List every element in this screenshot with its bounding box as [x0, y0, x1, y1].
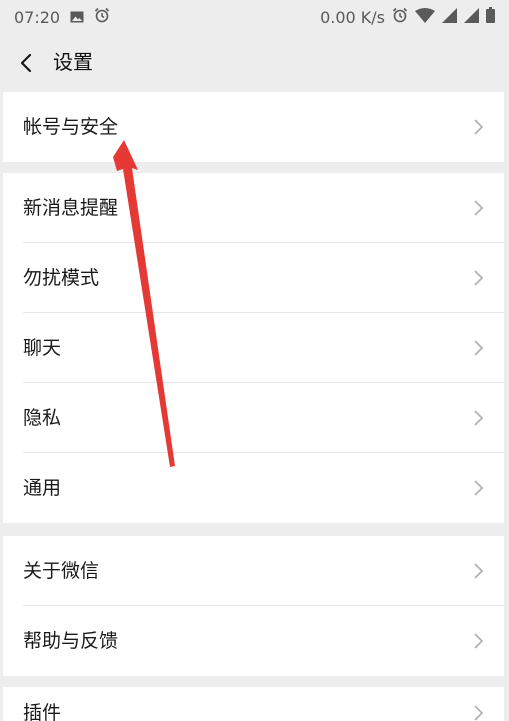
header: 设置	[0, 34, 509, 92]
network-speed: 0.00 K/s	[320, 7, 385, 27]
settings-item-about-wechat[interactable]: 关于微信	[3, 536, 504, 606]
chevron-right-icon	[474, 270, 484, 286]
wifi-icon	[415, 7, 435, 27]
chevron-right-icon	[474, 633, 484, 649]
chevron-right-icon	[474, 340, 484, 356]
chevron-right-icon	[474, 200, 484, 216]
settings-item-do-not-disturb[interactable]: 勿扰模式	[3, 243, 504, 313]
settings-item-chats[interactable]: 聊天	[3, 313, 504, 383]
settings-item-label: 聊天	[23, 337, 62, 359]
settings-item-label: 帮助与反馈	[23, 630, 119, 652]
chevron-right-icon	[474, 563, 484, 579]
settings-item-new-message-alerts[interactable]: 新消息提醒	[3, 173, 504, 243]
alarm-icon	[94, 7, 110, 27]
settings-item-general[interactable]: 通用	[3, 453, 504, 523]
settings-item-label: 新消息提醒	[23, 197, 119, 219]
settings-item-privacy[interactable]: 隐私	[3, 383, 504, 453]
chevron-left-icon	[20, 53, 32, 73]
battery-icon	[486, 7, 495, 27]
settings-item-plugins[interactable]: 插件	[3, 687, 504, 721]
settings-item-label: 关于微信	[23, 560, 100, 582]
chevron-right-icon	[474, 410, 484, 426]
chevron-right-icon	[474, 705, 484, 721]
settings-item-account-security[interactable]: 帐号与安全	[3, 92, 504, 162]
settings-item-label: 隐私	[23, 407, 62, 429]
status-bar: 07:20 0.00 K/s	[0, 0, 509, 34]
settings-group-about: 关于微信 帮助与反馈	[3, 536, 504, 676]
signal-icon	[464, 7, 479, 27]
settings-item-label: 勿扰模式	[23, 267, 100, 289]
signal-icon	[442, 7, 457, 27]
back-button[interactable]	[12, 48, 42, 78]
page-title: 设置	[53, 50, 93, 74]
settings-group-general: 新消息提醒 勿扰模式 聊天 隐私 通用	[3, 173, 504, 523]
image-icon	[70, 8, 84, 27]
status-time: 07:20	[14, 7, 61, 27]
chevron-right-icon	[474, 480, 484, 496]
settings-item-label: 通用	[23, 477, 62, 499]
settings-item-label: 插件	[23, 702, 62, 721]
alarm-icon	[392, 7, 408, 27]
settings-item-label: 帐号与安全	[23, 116, 119, 138]
settings-group-account: 帐号与安全	[3, 92, 504, 162]
settings-item-help-feedback[interactable]: 帮助与反馈	[3, 606, 504, 676]
settings-group-plugins: 插件	[3, 687, 504, 721]
chevron-right-icon	[474, 119, 484, 135]
